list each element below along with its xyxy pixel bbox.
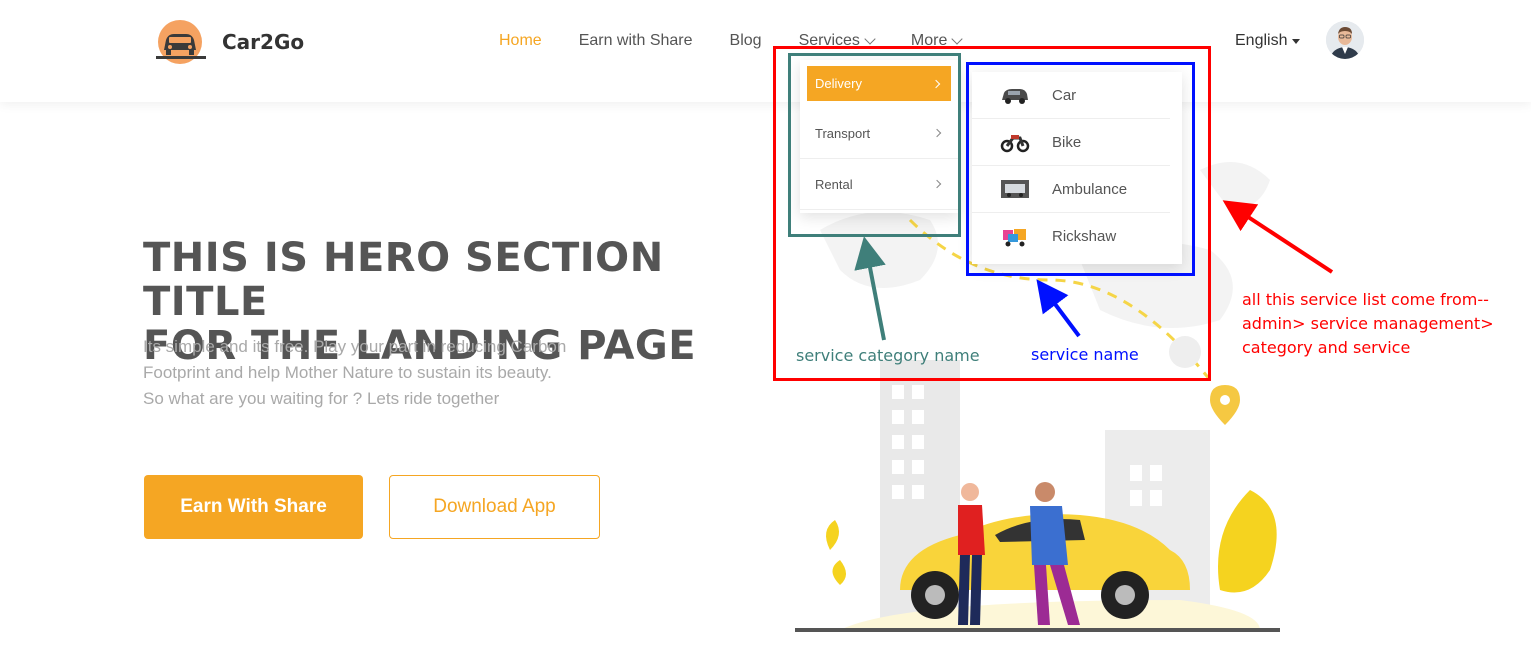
annotation-note-line: category and service bbox=[1242, 338, 1411, 357]
annotation-note-line: all this service list come from-- bbox=[1242, 290, 1489, 309]
annotation-category-label: service category name bbox=[796, 346, 980, 365]
annotation-service-label: service name bbox=[1031, 345, 1139, 364]
annotation-note-line: admin> service management> bbox=[1242, 314, 1494, 333]
annotation-note: all this service list come from-- admin>… bbox=[1242, 288, 1531, 360]
